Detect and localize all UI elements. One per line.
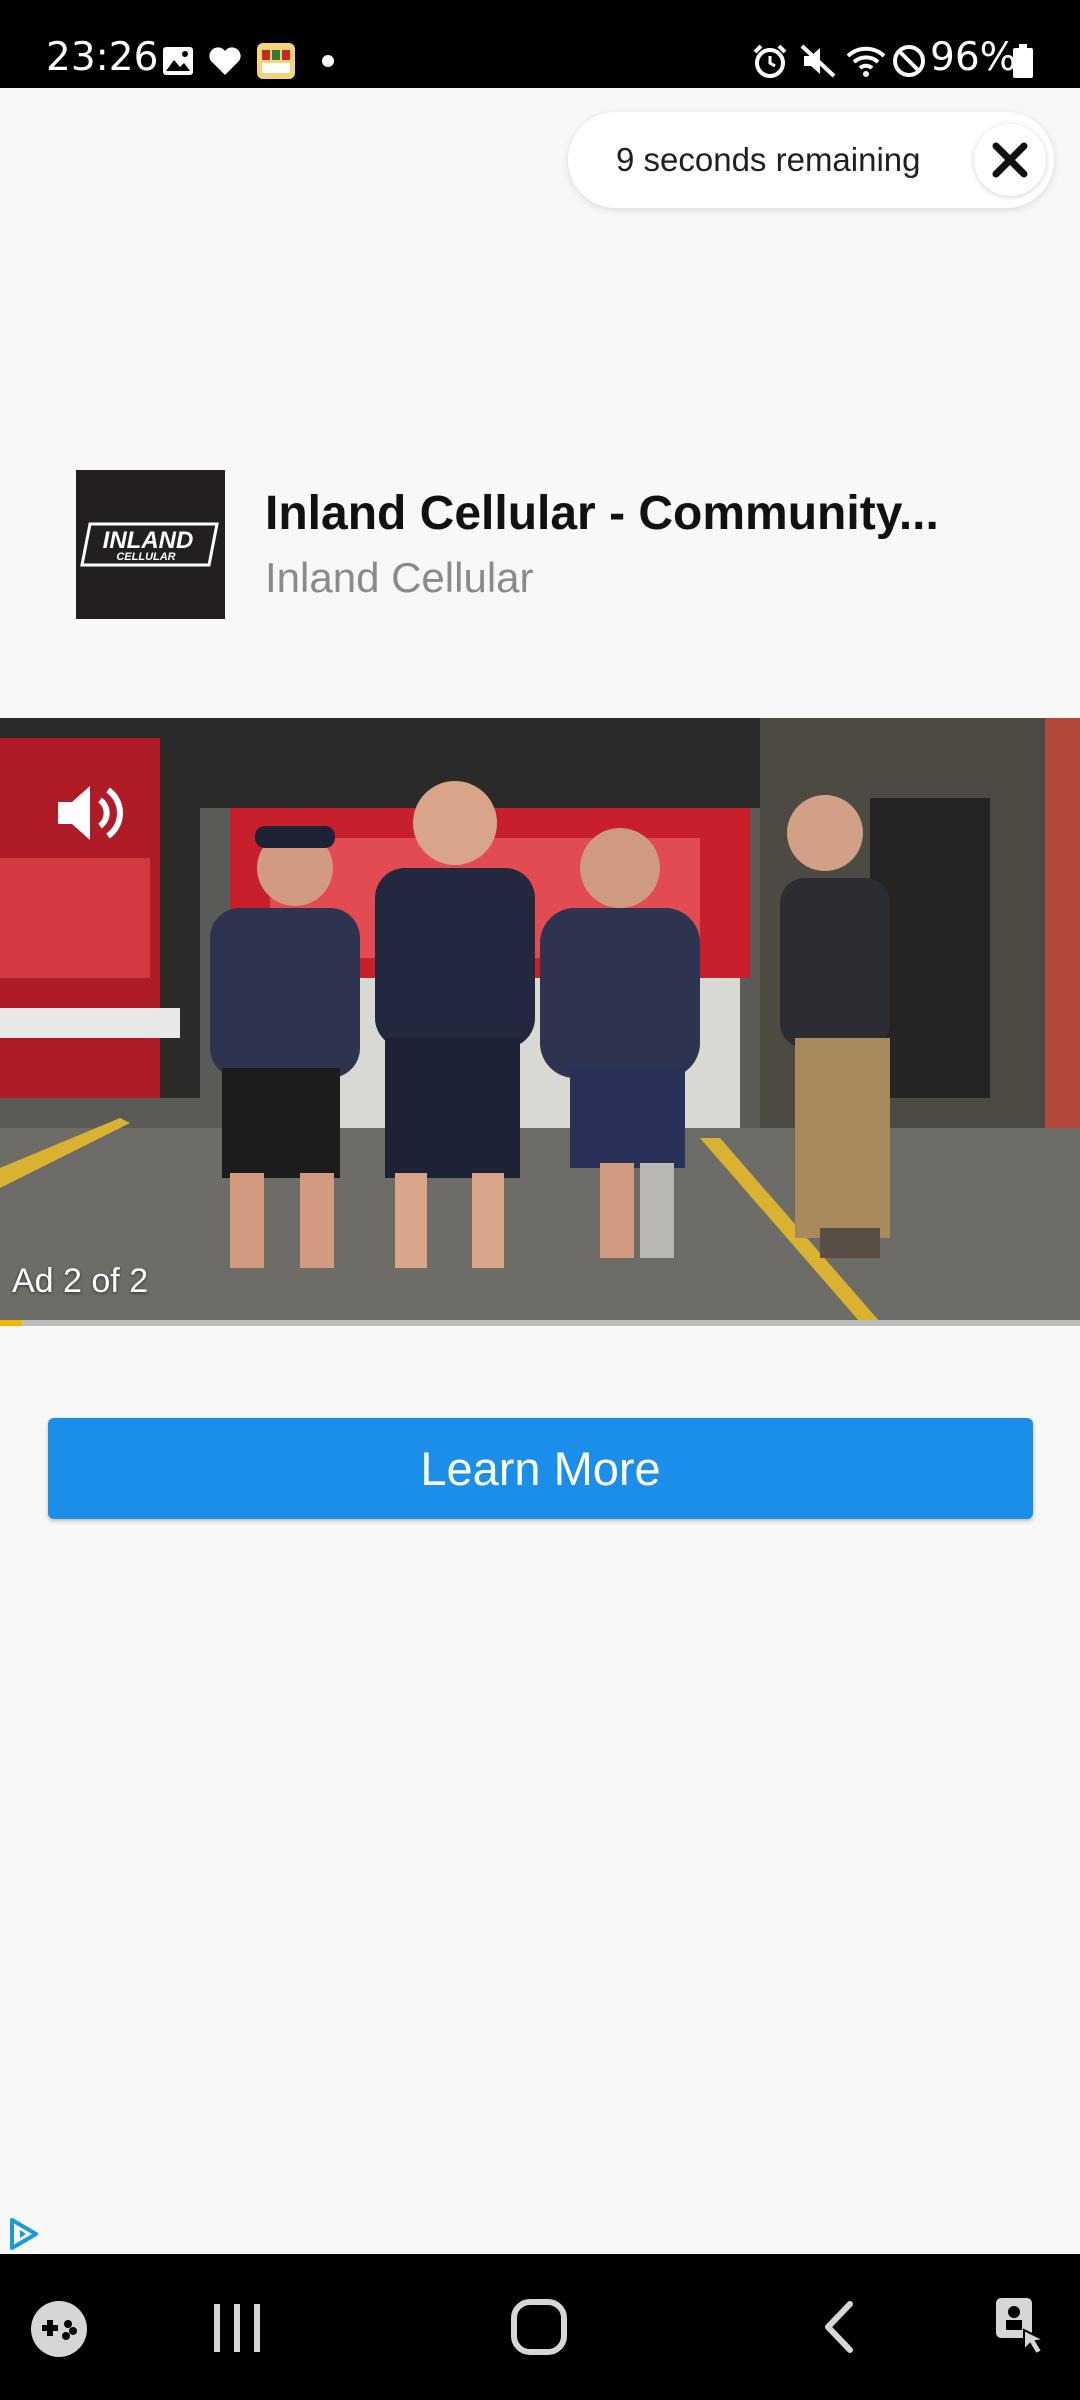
heart-icon (208, 46, 242, 81)
countdown-pill: 9 seconds remaining (568, 112, 1054, 208)
screen-lock-icon[interactable] (994, 2296, 1050, 2361)
home-icon[interactable] (510, 2298, 568, 2361)
back-icon[interactable] (820, 2300, 860, 2359)
ad-screen: 23:26 96% 9 seconds remaining INLAND CEL… (0, 0, 1080, 2400)
alarm-icon (752, 44, 788, 83)
app-icon (256, 42, 296, 85)
gallery-icon (162, 46, 194, 81)
video-progress-bar (0, 1320, 1080, 1326)
logo-text-bottom: CELLULAR (116, 551, 175, 563)
wifi-icon (846, 44, 886, 83)
video-player[interactable] (0, 718, 1080, 1322)
countdown-text: 9 seconds remaining (616, 141, 921, 178)
ad-title[interactable]: Inland Cellular - Community... (265, 486, 1045, 541)
dot-icon (322, 54, 334, 72)
adchoices-icon[interactable] (6, 2216, 42, 2257)
battery-percentage: 96% (930, 35, 1017, 80)
mute-icon (800, 44, 836, 83)
status-bar: 23:26 96% (0, 0, 1080, 88)
close-button[interactable] (974, 124, 1046, 196)
recents-icon[interactable] (210, 2302, 264, 2359)
learn-more-button[interactable]: Learn More (48, 1418, 1033, 1519)
navigation-bar (0, 2254, 1080, 2400)
video-progress-fill (0, 1320, 22, 1326)
logo-text-top: INLAND (103, 527, 194, 554)
video-scene (0, 718, 1080, 1322)
ad-counter: Ad 2 of 2 (12, 1262, 149, 1300)
advertiser-name[interactable]: Inland Cellular (265, 554, 534, 602)
close-icon (992, 142, 1028, 178)
do-not-disturb-icon (892, 44, 926, 83)
advertiser-logo[interactable]: INLAND CELLULAR (76, 470, 225, 619)
status-time: 23:26 (46, 35, 159, 80)
battery-icon (1012, 44, 1034, 83)
game-launcher-icon[interactable] (30, 2300, 88, 2363)
mute-toggle-button[interactable] (50, 778, 130, 848)
volume-icon (58, 786, 123, 840)
